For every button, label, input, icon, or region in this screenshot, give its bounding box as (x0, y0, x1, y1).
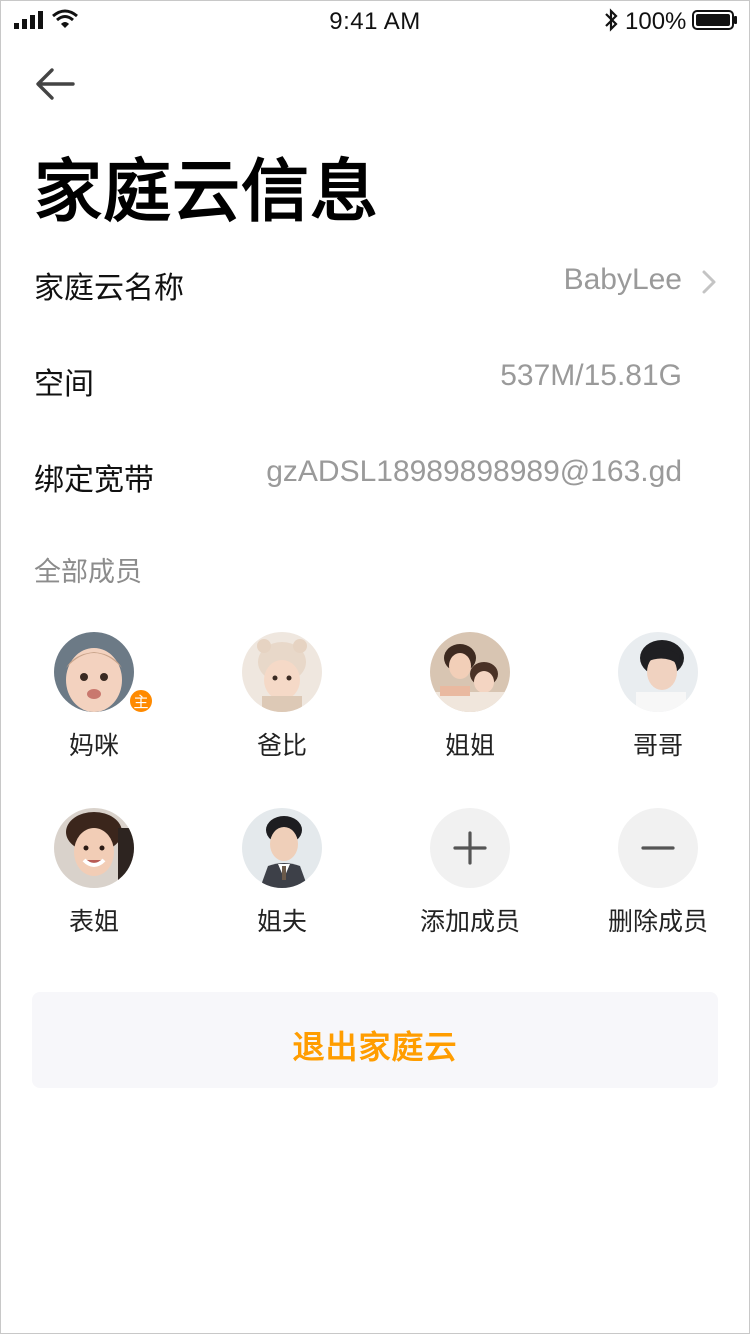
avatar (618, 632, 698, 712)
bluetooth-icon (605, 8, 618, 32)
back-arrow-icon[interactable] (34, 64, 76, 104)
battery-icon (692, 10, 737, 30)
row-label: 家庭云名称 (34, 272, 184, 305)
member-name: 姐夫 (256, 908, 307, 936)
exit-button-label: 退出家庭云 (292, 1029, 458, 1065)
member-name: 妈咪 (68, 732, 119, 760)
remove-member-circle[interactable] (618, 808, 698, 888)
row-broadband: 绑定宽带 gzADSL18989898989@163.gd (34, 443, 718, 503)
owner-badge: 主 (128, 688, 154, 714)
remove-member-button[interactable]: 删除成员 (583, 808, 733, 948)
avatar (54, 632, 134, 712)
row-value: 537M/15.81G (500, 359, 682, 392)
battery-percent: 100% (625, 8, 687, 35)
avatar (242, 808, 322, 888)
avatar (242, 632, 322, 712)
member-name: 表姐 (68, 908, 119, 936)
row-value: gzADSL18989898989@163.gd (266, 455, 682, 488)
row-cloud-name[interactable]: 家庭云名称 BabyLee (34, 251, 718, 311)
member-item[interactable]: 姐夫 (207, 808, 357, 948)
add-member-circle[interactable] (430, 808, 510, 888)
member-item[interactable]: 爸比 (207, 632, 357, 772)
member-name: 爸比 (256, 732, 307, 760)
remove-member-label: 删除成员 (607, 908, 708, 936)
row-label: 空间 (34, 368, 94, 401)
plus-icon (453, 831, 487, 865)
member-item[interactable]: 表姐 (19, 808, 169, 948)
member-name: 姐姐 (444, 732, 495, 760)
avatar (54, 808, 134, 888)
member-item[interactable]: 哥哥 (583, 632, 733, 772)
add-member-button[interactable]: 添加成员 (395, 808, 545, 948)
chevron-right-icon (702, 270, 716, 294)
row-space: 空间 537M/15.81G (34, 347, 718, 407)
member-name: 哥哥 (632, 732, 683, 760)
page-title: 家庭云信息 (34, 154, 380, 230)
avatar (430, 632, 510, 712)
member-item[interactable]: 主 妈咪 (19, 632, 169, 772)
members-section-title: 全部成员 (34, 557, 142, 587)
add-member-label: 添加成员 (419, 908, 520, 936)
row-label: 绑定宽带 (34, 464, 154, 497)
member-item[interactable]: 姐姐 (395, 632, 545, 772)
row-value: BabyLee (563, 263, 682, 296)
minus-icon (641, 846, 675, 850)
exit-family-cloud-button[interactable]: 退出家庭云 (32, 992, 718, 1088)
status-bar: 9:41 AM 100% (0, 0, 750, 44)
